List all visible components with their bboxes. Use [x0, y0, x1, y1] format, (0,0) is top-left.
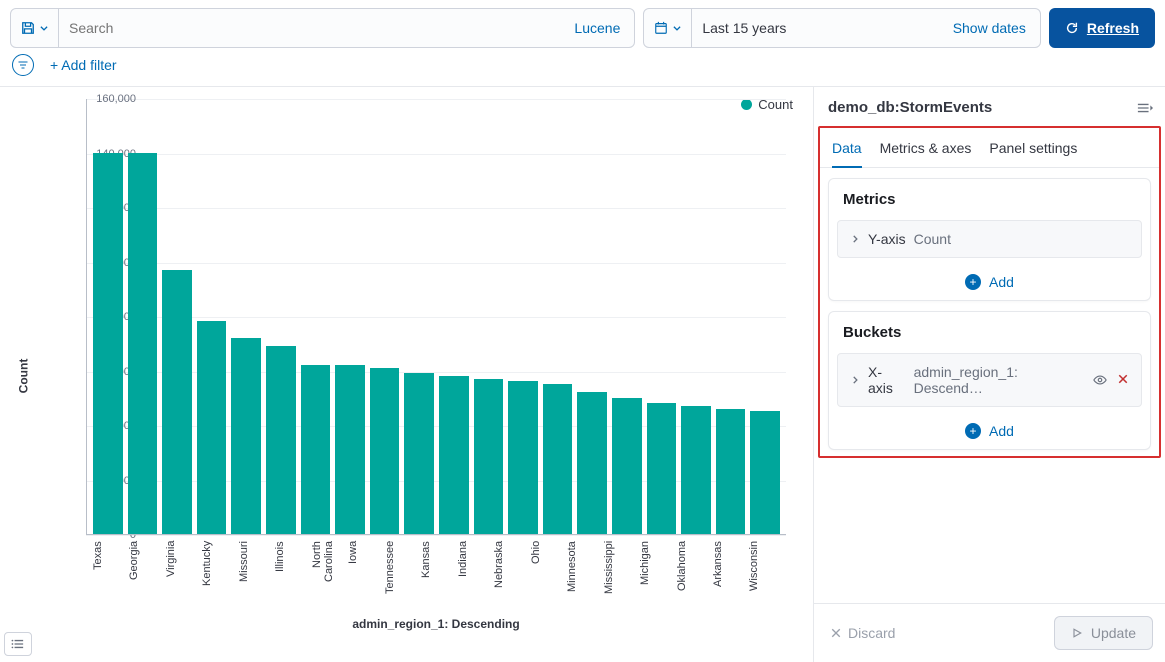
buckets-section: Buckets X-axis admin_region_1: Descend… — [828, 311, 1151, 450]
query-language-button[interactable]: Lucene — [560, 9, 634, 47]
chart-bar[interactable] — [162, 270, 192, 534]
chevron-right-icon — [850, 375, 860, 385]
config-panel: demo_db:StormEvents Data Metrics & axes Pa… — [813, 87, 1165, 662]
x-tick-label: Georgia — [128, 541, 159, 611]
tab-metrics-axes[interactable]: Metrics & axes — [880, 134, 972, 167]
chart-bar[interactable] — [335, 365, 365, 534]
search-input[interactable] — [59, 9, 560, 47]
x-tick-label: Arkansas — [712, 541, 743, 611]
play-icon — [1071, 627, 1083, 639]
tab-panel-settings[interactable]: Panel settings — [989, 134, 1077, 167]
y-axis-label: Count — [16, 358, 30, 393]
buckets-heading: Buckets — [829, 312, 1150, 347]
chart-bar[interactable] — [197, 321, 227, 534]
x-tick-label: Wisconsin — [748, 541, 779, 611]
eye-icon — [1093, 373, 1107, 387]
index-pattern-title: demo_db:StormEvents — [828, 99, 992, 116]
add-filter-button[interactable]: + Add filter — [50, 57, 117, 73]
x-tick-label: Indiana — [457, 541, 488, 611]
x-tick-label: Kansas — [420, 541, 451, 611]
metrics-heading: Metrics — [829, 179, 1150, 214]
chart-bar[interactable] — [577, 392, 607, 534]
chart-plot-area — [86, 99, 786, 535]
filter-icon — [17, 59, 29, 71]
toggle-visibility-button[interactable] — [1093, 373, 1107, 387]
chart-bar[interactable] — [474, 379, 504, 534]
x-tick-label: Oklahoma — [676, 541, 707, 611]
x-tick-label: Texas — [92, 541, 123, 611]
chart-bar[interactable] — [612, 398, 642, 534]
metric-value: Count — [914, 231, 951, 247]
calendar-icon — [654, 21, 668, 35]
close-icon — [830, 627, 842, 639]
plus-circle-icon: + — [965, 423, 981, 439]
update-button[interactable]: Update — [1054, 616, 1153, 650]
x-tick-label: Michigan — [639, 541, 670, 611]
chevron-right-icon — [850, 234, 860, 244]
tab-data[interactable]: Data — [832, 134, 862, 168]
bucket-value: admin_region_1: Descend… — [914, 364, 1085, 396]
chart-bar[interactable] — [266, 346, 296, 534]
chart-bar[interactable] — [681, 406, 711, 534]
add-metric-button[interactable]: + Add — [829, 266, 1150, 300]
chart-bar[interactable] — [543, 384, 573, 534]
chart-panel: Count Count 020,00040,00060,00080,000100… — [0, 87, 813, 662]
chart-bar[interactable] — [716, 409, 746, 534]
chart-bar[interactable] — [508, 381, 538, 534]
x-tick-label: Virginia — [165, 541, 196, 611]
chevron-down-icon — [39, 23, 49, 33]
x-tick-label: Illinois — [274, 541, 305, 611]
discard-button[interactable]: Discard — [830, 625, 895, 641]
chart-bar[interactable] — [93, 153, 123, 535]
chart-bar[interactable] — [439, 376, 469, 534]
metrics-section: Metrics Y-axis Count + Add — [828, 178, 1151, 301]
bucket-x-axis-row[interactable]: X-axis admin_region_1: Descend… — [837, 353, 1142, 407]
time-range-display[interactable]: Last 15 years — [692, 9, 938, 47]
filter-options-button[interactable] — [12, 54, 34, 76]
x-tick-label: Tennessee — [384, 541, 415, 611]
chart-bar[interactable] — [750, 411, 780, 534]
list-icon — [11, 638, 25, 650]
close-icon — [1117, 373, 1129, 385]
x-tick-label: Missouri — [238, 541, 269, 611]
x-tick-label: Iowa — [347, 541, 378, 611]
saved-query-button[interactable] — [11, 9, 59, 47]
chevron-down-icon — [672, 23, 682, 33]
save-icon — [21, 21, 35, 35]
chart-bar[interactable] — [128, 153, 158, 535]
x-tick-label: Minnesota — [566, 541, 597, 611]
chart-bar[interactable] — [404, 373, 434, 534]
show-dates-button[interactable]: Show dates — [939, 9, 1040, 47]
metric-y-axis-row[interactable]: Y-axis Count — [837, 220, 1142, 258]
x-axis-label: admin_region_1: Descending — [86, 617, 786, 631]
chart-bar[interactable] — [231, 338, 261, 534]
bucket-label: X-axis — [868, 364, 906, 396]
collapse-icon — [1137, 102, 1153, 114]
chart-bar[interactable] — [370, 368, 400, 534]
remove-bucket-button[interactable] — [1117, 373, 1129, 387]
chart-bar[interactable] — [647, 403, 677, 534]
x-tick-label: Mississippi — [603, 541, 634, 611]
legend-toggle-button[interactable] — [4, 632, 32, 656]
metric-label: Y-axis — [868, 231, 906, 247]
x-tick-label: Kentucky — [201, 541, 232, 611]
chart-bar[interactable] — [301, 365, 331, 534]
highlight-box: Data Metrics & axes Panel settings Metrics… — [818, 126, 1161, 458]
plus-circle-icon: + — [965, 274, 981, 290]
collapse-panel-button[interactable] — [1137, 102, 1153, 114]
x-tick-label: North Carolina — [311, 541, 342, 611]
add-bucket-button[interactable]: + Add — [829, 415, 1150, 449]
x-tick-label: Nebraska — [493, 541, 524, 611]
refresh-button[interactable]: Refresh — [1049, 8, 1155, 48]
x-tick-label: Ohio — [530, 541, 561, 611]
time-picker-button[interactable] — [644, 9, 692, 47]
refresh-icon — [1065, 21, 1079, 35]
